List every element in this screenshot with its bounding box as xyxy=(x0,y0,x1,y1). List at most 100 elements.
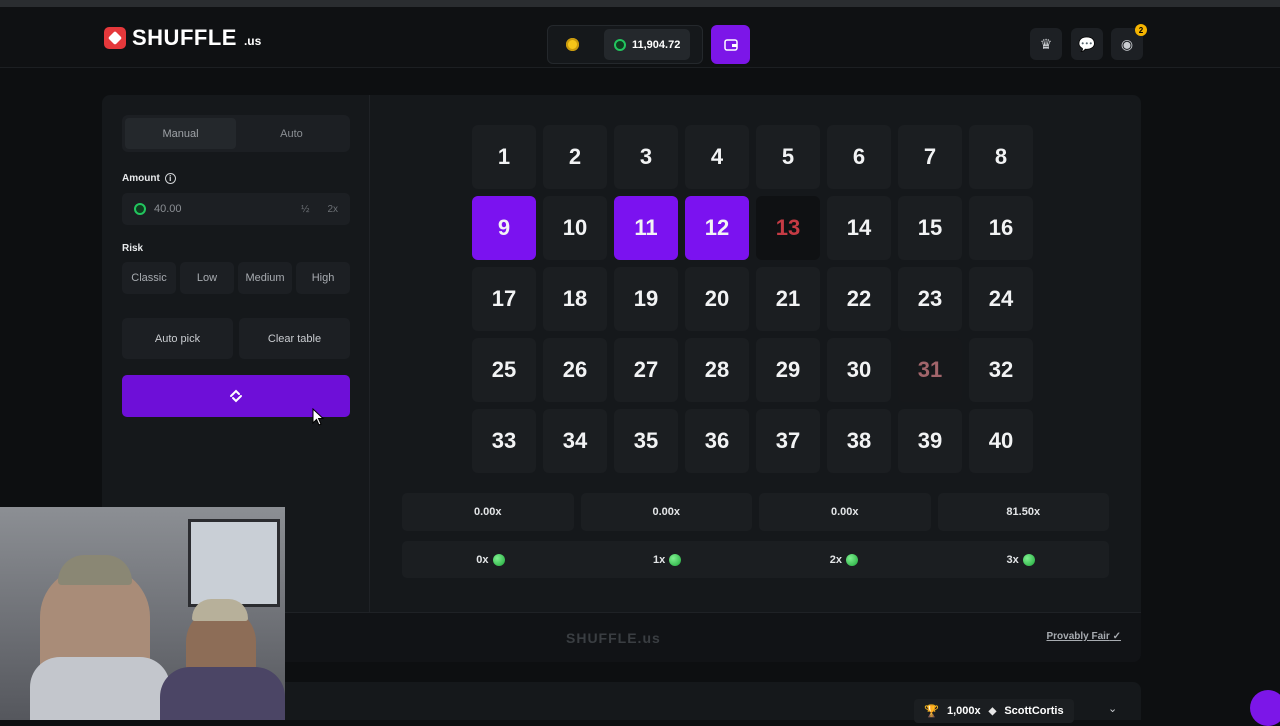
risk-low[interactable]: Low xyxy=(180,262,234,294)
streamer-left-cap xyxy=(58,555,132,585)
wallet-button[interactable] xyxy=(711,25,750,64)
keno-tile[interactable]: 28 xyxy=(685,338,749,402)
keno-tile[interactable]: 9 xyxy=(472,196,536,260)
keno-tile[interactable]: 20 xyxy=(685,267,749,331)
keno-tile[interactable]: 39 xyxy=(898,409,962,473)
diamond-icon: ◆ xyxy=(988,705,997,717)
risk-label: Risk xyxy=(122,243,144,254)
keno-tile[interactable]: 29 xyxy=(756,338,820,402)
risk-medium[interactable]: Medium xyxy=(238,262,292,294)
auto-pick-button[interactable]: Auto pick xyxy=(122,318,233,359)
hit-count-label: 0x xyxy=(476,553,489,566)
keno-tile[interactable]: 18 xyxy=(543,267,607,331)
chat-bubble-icon: 💬 xyxy=(1078,35,1096,52)
keno-tile[interactable]: 38 xyxy=(827,409,891,473)
double-bet-button[interactable]: 2x xyxy=(327,204,338,215)
keno-tile[interactable]: 1 xyxy=(472,125,536,189)
keno-tile[interactable]: 6 xyxy=(827,125,891,189)
keno-tile[interactable]: 19 xyxy=(614,267,678,331)
payout-multiplier: 81.50x xyxy=(937,493,1109,531)
risk-selector: Classic Low Medium High xyxy=(122,262,350,294)
keno-tile[interactable]: 24 xyxy=(969,267,1033,331)
hit-count-label: 2x xyxy=(829,553,842,566)
trophy-icon: 🏆 xyxy=(924,704,939,718)
notification-badge: 2 xyxy=(1135,24,1147,36)
keno-tile[interactable]: 13 xyxy=(756,196,820,260)
balance-display[interactable]: 11,904.72 xyxy=(604,29,691,60)
hit-count: 2x xyxy=(756,541,933,578)
hit-count-label: 1x xyxy=(653,553,666,566)
bet-amount-field[interactable]: 40.00 ½ 2x xyxy=(122,193,350,225)
keno-tile[interactable]: 7 xyxy=(898,125,962,189)
balance-amount: 11,904.72 xyxy=(632,38,681,51)
keno-tile[interactable]: 27 xyxy=(614,338,678,402)
bet-amount-value: 40.00 xyxy=(154,203,182,215)
clear-table-button[interactable]: Clear table xyxy=(239,318,350,359)
keno-tile[interactable]: 33 xyxy=(472,409,536,473)
chat-button[interactable]: 💬 xyxy=(1071,28,1103,60)
provably-fair-link[interactable]: Provably Fair ✓ xyxy=(1046,631,1121,642)
info-icon[interactable]: i xyxy=(164,173,176,184)
keno-tile[interactable]: 25 xyxy=(472,338,536,402)
keno-tile[interactable]: 11 xyxy=(614,196,678,260)
support-chat-button[interactable] xyxy=(1250,690,1280,726)
gem-ball-icon xyxy=(846,553,858,566)
keno-tile[interactable]: 40 xyxy=(969,409,1033,473)
gem-ball-icon xyxy=(492,553,505,566)
hit-count: 0x xyxy=(402,541,579,578)
tab-manual[interactable]: Manual xyxy=(125,118,236,149)
crown-icon: ♛ xyxy=(1039,35,1053,52)
wallet-balance: 11,904.72 xyxy=(547,25,703,64)
rewards-button[interactable]: ♛ xyxy=(1030,28,1062,60)
keno-tile[interactable]: 8 xyxy=(969,125,1033,189)
keno-tile[interactable]: 17 xyxy=(472,267,536,331)
sweeps-coin-icon xyxy=(134,203,146,215)
risk-classic[interactable]: Classic xyxy=(122,262,176,294)
webcam-monitor xyxy=(188,519,280,607)
keno-tile[interactable]: 4 xyxy=(685,125,749,189)
keno-board: 1 2 3 4 5 6 7 8 9 10 11 12 13 14 15 16 17 18 19 20 21 22 23 24 2… xyxy=(472,125,1033,473)
keno-tile[interactable]: 5 xyxy=(756,125,820,189)
keno-tile[interactable]: 31 xyxy=(898,338,962,402)
mode-tabs: Manual Auto xyxy=(122,115,350,152)
currency-selector[interactable] xyxy=(548,26,596,63)
hit-count-label: 3x xyxy=(1006,553,1019,566)
shuffle-logo-icon xyxy=(104,27,126,49)
keno-tile[interactable]: 22 xyxy=(827,267,891,331)
half-bet-button[interactable]: ½ xyxy=(301,204,309,215)
keno-tile[interactable]: 21 xyxy=(756,267,820,331)
keno-tile[interactable]: 2 xyxy=(543,125,607,189)
keno-tile[interactable]: 15 xyxy=(898,196,962,260)
hits-table: 0x 1x 2x 3x xyxy=(402,541,1109,578)
tab-auto[interactable]: Auto xyxy=(236,118,347,149)
keno-tile[interactable]: 36 xyxy=(685,409,749,473)
payout-multiplier: 0.00x xyxy=(580,493,752,531)
payout-multiplier: 0.00x xyxy=(402,493,574,531)
payout-multiplier: 0.00x xyxy=(759,493,931,531)
keno-tile[interactable]: 16 xyxy=(969,196,1033,260)
profile-button[interactable]: ◉ 2 xyxy=(1111,24,1147,60)
browser-top-strip xyxy=(0,0,1280,7)
hit-count: 3x xyxy=(932,541,1109,578)
keno-tile[interactable]: 30 xyxy=(827,338,891,402)
gem-ball-icon xyxy=(669,553,682,566)
keno-tile[interactable]: 34 xyxy=(543,409,607,473)
keno-tile[interactable]: 23 xyxy=(898,267,962,331)
keno-tile[interactable]: 32 xyxy=(969,338,1033,402)
keno-tile[interactable]: 26 xyxy=(543,338,607,402)
hit-count: 1x xyxy=(579,541,756,578)
recent-win[interactable]: 🏆 1,000x ◆ ScottCortis xyxy=(914,699,1074,723)
chevron-down-icon[interactable]: ⌄ xyxy=(1108,702,1117,715)
keno-tile[interactable]: 37 xyxy=(756,409,820,473)
wallet-icon xyxy=(723,38,738,51)
shuffle-logo[interactable]: SHUFFLE .us xyxy=(104,25,261,51)
keno-tile[interactable]: 35 xyxy=(614,409,678,473)
keno-tile[interactable]: 12 xyxy=(685,196,749,260)
logo-text: SHUFFLE xyxy=(132,25,237,50)
amount-label-row: Amount i xyxy=(122,173,176,184)
keno-tile[interactable]: 10 xyxy=(543,196,607,260)
keno-tile[interactable]: 3 xyxy=(614,125,678,189)
keno-tile[interactable]: 14 xyxy=(827,196,891,260)
streamer-right-cap xyxy=(192,599,248,621)
risk-high[interactable]: High xyxy=(296,262,350,294)
